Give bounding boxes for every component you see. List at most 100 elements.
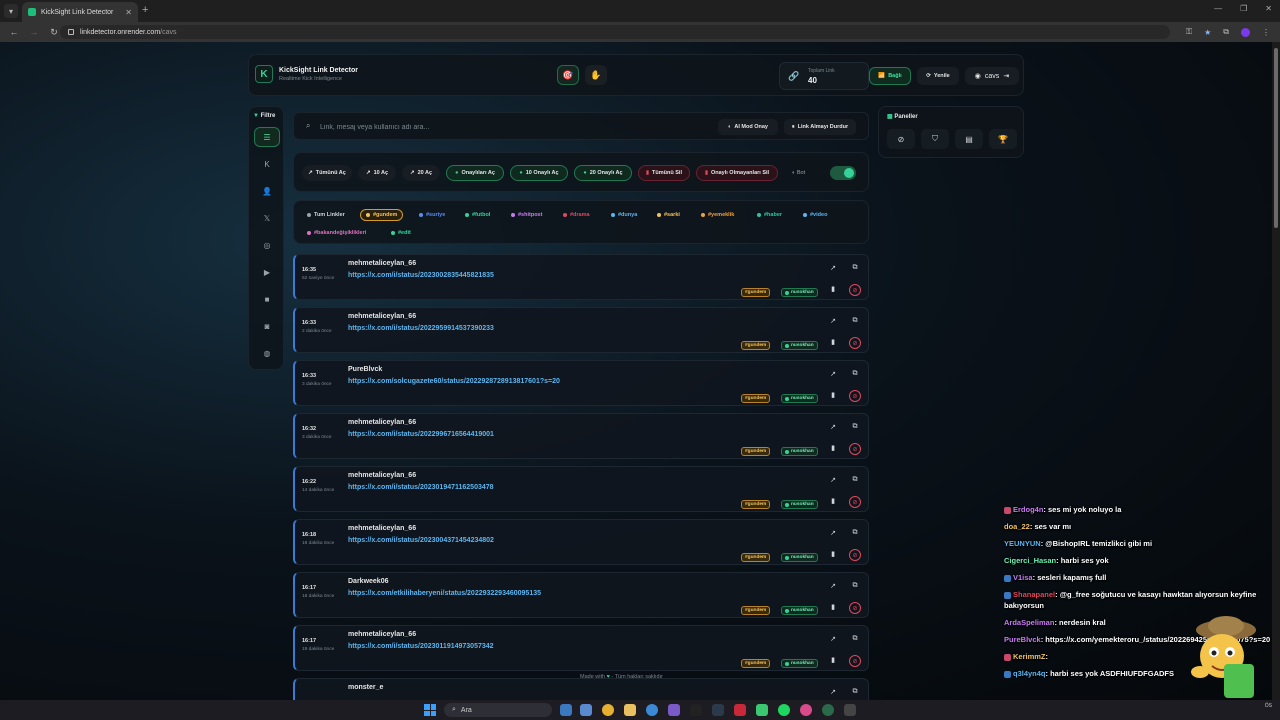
copy-link-icon[interactable]: ⧉ <box>849 317 861 325</box>
filter-instagram-icon[interactable]: ◎ <box>254 235 280 255</box>
blocked-panel-icon[interactable]: ⊘ <box>887 129 915 149</box>
obs-icon[interactable] <box>822 704 834 716</box>
new-tab-icon[interactable]: + <box>142 4 148 16</box>
bookmark-star-icon[interactable]: ★ <box>1204 28 1211 37</box>
copy-link-icon[interactable]: ⧉ <box>849 529 861 537</box>
open-link-icon[interactable]: ↗ <box>827 582 839 590</box>
tag-chip-haber[interactable]: #haber <box>752 209 787 221</box>
open-20-button[interactable]: ↗ 20 Aç <box>402 165 440 181</box>
tiktok-icon[interactable] <box>690 704 702 716</box>
filter-all-icon[interactable]: ☰ <box>254 127 280 147</box>
menu-kebab-icon[interactable]: ⋮ <box>1262 28 1270 37</box>
chat-username[interactable]: YEUNYUN <box>1004 539 1041 548</box>
link-row[interactable]: 16:35 52 saniye önce mehmetaliceylan_66 htt… <box>293 254 869 300</box>
open-link-icon[interactable]: ↗ <box>827 370 839 378</box>
link-url[interactable]: https://x.com/etkilihaberyeni/status/202… <box>348 590 541 597</box>
tag-chip-sarki[interactable]: #sarki <box>652 209 685 221</box>
block-user-icon[interactable]: ⊘ <box>849 496 861 508</box>
app-pink-icon[interactable] <box>800 704 812 716</box>
bot-toggle[interactable] <box>830 166 856 180</box>
close-window-icon[interactable]: ✕ <box>1265 4 1272 13</box>
reload-icon[interactable]: ↻ <box>48 27 60 38</box>
copy-link-icon[interactable]: ⧉ <box>849 264 861 272</box>
delete-link-icon[interactable]: ▮ <box>827 338 839 346</box>
kick-mode-icon[interactable]: 🎯 <box>557 65 579 85</box>
copy-link-icon[interactable]: ⧉ <box>849 423 861 431</box>
tag-chip-suriye[interactable]: #suriye <box>414 209 450 221</box>
delete-link-icon[interactable]: ▮ <box>827 444 839 452</box>
delete-all-button[interactable]: ▮ Tümünü Sil <box>638 165 690 181</box>
block-user-icon[interactable]: ⊘ <box>849 549 861 561</box>
link-row[interactable]: 16:32 3 dakika önce mehmetaliceylan_66 http… <box>293 413 869 459</box>
taskview-icon[interactable] <box>560 704 572 716</box>
spotify-icon[interactable] <box>778 704 790 716</box>
link-row[interactable]: 16:33 2 dakika önce mehmetaliceylan_66 http… <box>293 307 869 353</box>
back-icon[interactable]: ← <box>8 27 20 37</box>
open-link-icon[interactable]: ↗ <box>827 688 839 696</box>
link-url[interactable]: https://x.com/solcugazete60/status/20229… <box>348 378 560 385</box>
filter-youtube-icon[interactable]: ▶ <box>254 262 280 282</box>
block-user-icon[interactable]: ⊘ <box>849 655 861 667</box>
copy-link-icon[interactable]: ⧉ <box>849 370 861 378</box>
open-10-approved-button[interactable]: ● 10 Onaylı Aç <box>510 165 568 181</box>
copy-link-icon[interactable]: ⧉ <box>849 635 861 643</box>
app-gray-icon[interactable] <box>844 704 856 716</box>
open-link-icon[interactable]: ↗ <box>827 635 839 643</box>
file-explorer-icon[interactable] <box>624 704 636 716</box>
link-url[interactable]: https://x.com/i/status/20229967165644190… <box>348 431 494 438</box>
tag-chip-video[interactable]: #video <box>798 209 832 221</box>
open-link-icon[interactable]: ↗ <box>827 423 839 431</box>
open-all-button[interactable]: ↗ Tümünü Aç <box>302 165 352 181</box>
open-20-approved-button[interactable]: ● 20 Onaylı Aç <box>574 165 632 181</box>
forward-icon[interactable]: → <box>28 27 40 37</box>
tab-search-icon[interactable]: ▾ <box>4 4 18 18</box>
kick-app-icon[interactable] <box>756 704 768 716</box>
connected-button[interactable]: 📶 Bağlı <box>869 67 911 85</box>
delete-link-icon[interactable]: ▮ <box>827 603 839 611</box>
browser-tab[interactable]: KickSight Link Detector ✕ <box>22 2 138 22</box>
tag-chip-yemeklik[interactable]: #yemeklik <box>696 209 739 221</box>
link-row[interactable]: 16:22 14 dakika önce mehmetaliceylan_66 htt… <box>293 466 869 512</box>
discord-icon[interactable] <box>668 704 680 716</box>
link-row[interactable]: 16:17 18 dakika önce Darkweek06 https://x.c… <box>293 572 869 618</box>
system-tray-clock[interactable]: ÖS <box>1265 703 1272 710</box>
link-row[interactable]: monster_e ↗ ⧉ <box>293 678 869 700</box>
link-url[interactable]: https://x.com/i/status/20230028354458218… <box>348 272 494 279</box>
chat-username[interactable]: PureBlvck <box>1004 635 1041 644</box>
trophy-panel-icon[interactable]: 🏆 <box>989 129 1017 149</box>
filter-kick-icon[interactable]: K <box>254 154 280 174</box>
chrome-icon[interactable] <box>602 704 614 716</box>
extensions-icon[interactable]: ⧉ <box>1223 27 1229 37</box>
delete-unapproved-button[interactable]: ▮ Onaylı Olmayanları Sil <box>696 165 778 181</box>
open-link-icon[interactable]: ↗ <box>827 476 839 484</box>
refresh-button[interactable]: ⟳ Yenile <box>917 67 959 85</box>
open-approved-button[interactable]: ● Onaylıları Aç <box>446 165 504 181</box>
filter-video-icon[interactable]: ■ <box>254 289 280 309</box>
chat-username[interactable]: ArdaSpeliman <box>1004 618 1054 627</box>
chat-username[interactable]: Erdog4n <box>1013 505 1043 514</box>
chat-username[interactable]: V1isa <box>1013 573 1033 582</box>
windows-start-icon[interactable] <box>424 704 436 716</box>
chat-username[interactable]: KerimmZ <box>1013 652 1046 661</box>
chat-username[interactable]: doa_22 <box>1004 522 1030 531</box>
copy-link-icon[interactable]: ⧉ <box>849 476 861 484</box>
profile-avatar[interactable] <box>1241 27 1250 37</box>
tag-chip-futbol[interactable]: #futbol <box>460 209 495 221</box>
block-user-icon[interactable]: ⊘ <box>849 443 861 455</box>
link-row[interactable]: 16:17 19 dakika önce mehmetaliceylan_66 htt… <box>293 625 869 671</box>
maximize-icon[interactable]: ❐ <box>1240 4 1247 13</box>
scrollbar-thumb[interactable] <box>1274 48 1278 228</box>
link-url[interactable]: https://x.com/i/status/20229599145373902… <box>348 325 494 332</box>
search-input[interactable] <box>320 119 700 135</box>
delete-link-icon[interactable]: ▮ <box>827 285 839 293</box>
chat-username[interactable]: Cigerci_Hasan <box>1004 556 1056 565</box>
tag-chip-all[interactable]: Tum Linkler <box>302 209 350 221</box>
app-red-icon[interactable] <box>734 704 746 716</box>
tag-chip-drama[interactable]: #drama <box>558 209 595 221</box>
block-user-icon[interactable]: ⊘ <box>849 284 861 296</box>
block-user-icon[interactable]: ⊘ <box>849 337 861 349</box>
open-link-icon[interactable]: ↗ <box>827 529 839 537</box>
tag-chip-edit[interactable]: #edit <box>386 227 416 239</box>
filter-camera-icon[interactable]: ◙ <box>254 316 280 336</box>
user-button[interactable]: ◉ cavs ⇥ <box>965 67 1019 85</box>
